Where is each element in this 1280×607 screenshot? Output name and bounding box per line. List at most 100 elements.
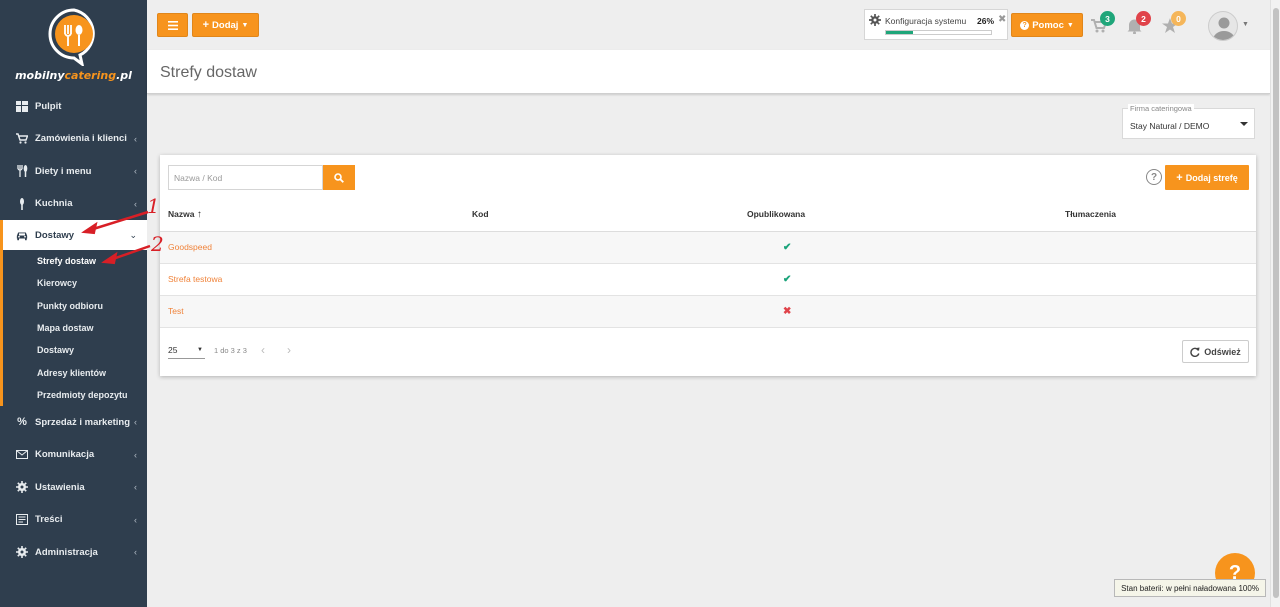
- sidebar-item-komunikacja[interactable]: Komunikacja ‹: [0, 439, 147, 472]
- subnav-item-kierowcy[interactable]: Kierowcy: [3, 272, 147, 294]
- subnav-item-punkty-odbioru[interactable]: Punkty odbioru: [3, 295, 147, 317]
- column-header-published[interactable]: Opublikowana: [747, 198, 1065, 232]
- sidebar-item-diety[interactable]: Diety i menu ‹: [0, 155, 147, 188]
- sidebar-item-tresci[interactable]: Treści ‹: [0, 504, 147, 537]
- annotation-number-1: 1: [147, 194, 160, 218]
- dashboard-grid-icon: [16, 100, 28, 112]
- admin-gear-icon: [16, 546, 28, 559]
- pagination: 25 ▼ 1 do 3 z 3 ‹ ›: [168, 340, 291, 360]
- config-progress-bar: [885, 30, 992, 35]
- sidebar-subnav: Strefy dostaw Kierowcy Punkty odbioru Ma…: [0, 250, 147, 407]
- subnav-item-dostawy[interactable]: Dostawy: [3, 339, 147, 361]
- menu-toggle-button[interactable]: [157, 13, 188, 37]
- chevron-left-icon: ‹: [134, 482, 137, 493]
- sidebar-item-pulpit[interactable]: Pulpit: [0, 90, 147, 123]
- notifications-count-badge: 2: [1136, 11, 1151, 26]
- sidebar-item-label: Administracja: [35, 546, 98, 558]
- subnav-item-strefy-dostaw[interactable]: Strefy dostaw: [3, 250, 147, 272]
- battery-tooltip: Stan baterii: w pełni naładowana 100%: [1114, 579, 1266, 597]
- column-header-code[interactable]: Kod: [472, 198, 747, 232]
- envelope-icon: [16, 449, 28, 461]
- column-header-translations[interactable]: Tłumaczenia: [1065, 198, 1256, 232]
- sidebar-item-sprzedaz[interactable]: % Sprzedaż i marketing ‹: [0, 406, 147, 439]
- caret-down-icon: ▼: [241, 21, 249, 29]
- cart-count-badge: 3: [1100, 11, 1115, 26]
- scrollbar[interactable]: [1270, 0, 1280, 607]
- plus-icon: +: [202, 19, 210, 31]
- caret-down-icon: ▼: [1066, 21, 1074, 29]
- caret-down-icon: [1240, 122, 1248, 126]
- content-icon: [16, 514, 28, 526]
- zone-name-link[interactable]: Goodspeed: [168, 242, 212, 252]
- zone-name-link[interactable]: Test: [168, 306, 184, 316]
- chevron-left-icon: ‹: [134, 514, 137, 525]
- question-circle-icon: ?: [1020, 20, 1030, 30]
- logo-icon: [44, 4, 104, 68]
- hamburger-icon: [167, 20, 178, 30]
- table-row[interactable]: Test ✖: [160, 295, 1256, 328]
- add-zone-button[interactable]: + Dodaj strefę: [1165, 165, 1249, 190]
- help-dropdown-button[interactable]: ? Pomoc ▼: [1011, 13, 1083, 37]
- sort-asc-icon: ↑: [196, 208, 202, 220]
- zone-translations: [1065, 231, 1256, 264]
- sidebar-item-label: Zamówienia i klienci: [35, 133, 127, 145]
- zone-translations: [1065, 295, 1256, 328]
- sidebar-item-label: Treści: [35, 514, 63, 526]
- user-avatar[interactable]: [1208, 11, 1238, 41]
- logo[interactable]: mobilnycatering.pl: [0, 0, 147, 90]
- chevron-left-icon: ‹: [134, 547, 137, 558]
- kitchen-icon: [16, 197, 28, 210]
- refresh-label: Odśwież: [1204, 346, 1241, 357]
- sidebar-item-dostawy[interactable]: Dostawy ⌄: [0, 220, 147, 250]
- scrollbar-thumb[interactable]: [1273, 8, 1279, 598]
- table-row[interactable]: Goodspeed ✔: [160, 231, 1256, 264]
- gear-icon: [16, 481, 28, 494]
- chevron-left-icon[interactable]: ‹: [261, 343, 265, 357]
- car-icon: [16, 229, 28, 241]
- sidebar-item-zamowienia[interactable]: Zamówienia i klienci ‹: [0, 123, 147, 156]
- sidebar-item-kuchnia[interactable]: Kuchnia ‹: [0, 188, 147, 221]
- caret-down-icon: ▼: [197, 346, 203, 353]
- zone-code: [472, 231, 747, 264]
- subnav-item-przedmioty-depozytu[interactable]: Przedmioty depozytu: [3, 384, 147, 406]
- add-dropdown-button[interactable]: + Dodaj ▼: [192, 13, 259, 37]
- search-input[interactable]: [168, 165, 323, 190]
- refresh-icon: [1190, 347, 1200, 357]
- refresh-button[interactable]: Odśwież: [1182, 340, 1249, 363]
- help-circle-icon[interactable]: ?: [1146, 169, 1162, 185]
- subnav-item-mapa-dostaw[interactable]: Mapa dostaw: [3, 317, 147, 339]
- check-icon: ✔: [783, 273, 792, 285]
- sidebar-item-label: Pulpit: [35, 100, 62, 112]
- sidebar-item-administracja[interactable]: Administracja ‹: [0, 536, 147, 569]
- config-progress-fill: [886, 31, 914, 34]
- chevron-left-icon: ‹: [134, 166, 137, 177]
- cart-icon: [16, 133, 28, 145]
- user-menu-caret-icon[interactable]: ▼: [1242, 21, 1249, 28]
- topbar: + Dodaj ▼ Konfiguracja systemu 26% ✖ ? P…: [147, 0, 1270, 50]
- sidebar-item-label: Ustawienia: [35, 481, 85, 493]
- sidebar-item-label: Sprzedaż i marketing: [35, 416, 131, 428]
- sidebar-item-ustawienia[interactable]: Ustawienia ‹: [0, 471, 147, 504]
- chevron-left-icon: ‹: [134, 198, 137, 209]
- page-header: Strefy dostaw: [147, 50, 1270, 94]
- zone-name-link[interactable]: Strefa testowa: [168, 274, 222, 284]
- config-label: Konfiguracja systemu: [885, 16, 967, 26]
- company-select[interactable]: Firma cateringowa Stay Natural / DEMO: [1122, 104, 1255, 139]
- search-button[interactable]: [323, 165, 355, 190]
- close-icon[interactable]: ✖: [998, 14, 1006, 25]
- favorites-count-badge: 0: [1171, 11, 1186, 26]
- plus-icon: +: [1176, 171, 1183, 184]
- sidebar: mobilnycatering.pl Pulpit Zamówienia i k…: [0, 0, 147, 607]
- page-size-select[interactable]: 25 ▼: [168, 341, 205, 359]
- column-header-name[interactable]: Nazwa ↑: [160, 198, 472, 232]
- chevron-right-icon[interactable]: ›: [287, 343, 291, 357]
- percent-icon: %: [17, 416, 27, 429]
- cross-icon: ✖: [783, 305, 792, 317]
- subnav-item-adresy-klientow[interactable]: Adresy klientów: [3, 361, 147, 383]
- check-icon: ✔: [783, 241, 792, 253]
- table-row[interactable]: Strefa testowa ✔: [160, 263, 1256, 296]
- add-dropdown-label: Dodaj: [212, 19, 239, 31]
- system-config-progress[interactable]: Konfiguracja systemu 26% ✖: [864, 9, 1008, 40]
- sidebar-item-label: Dostawy: [35, 229, 75, 241]
- chevron-left-icon: ‹: [134, 133, 137, 144]
